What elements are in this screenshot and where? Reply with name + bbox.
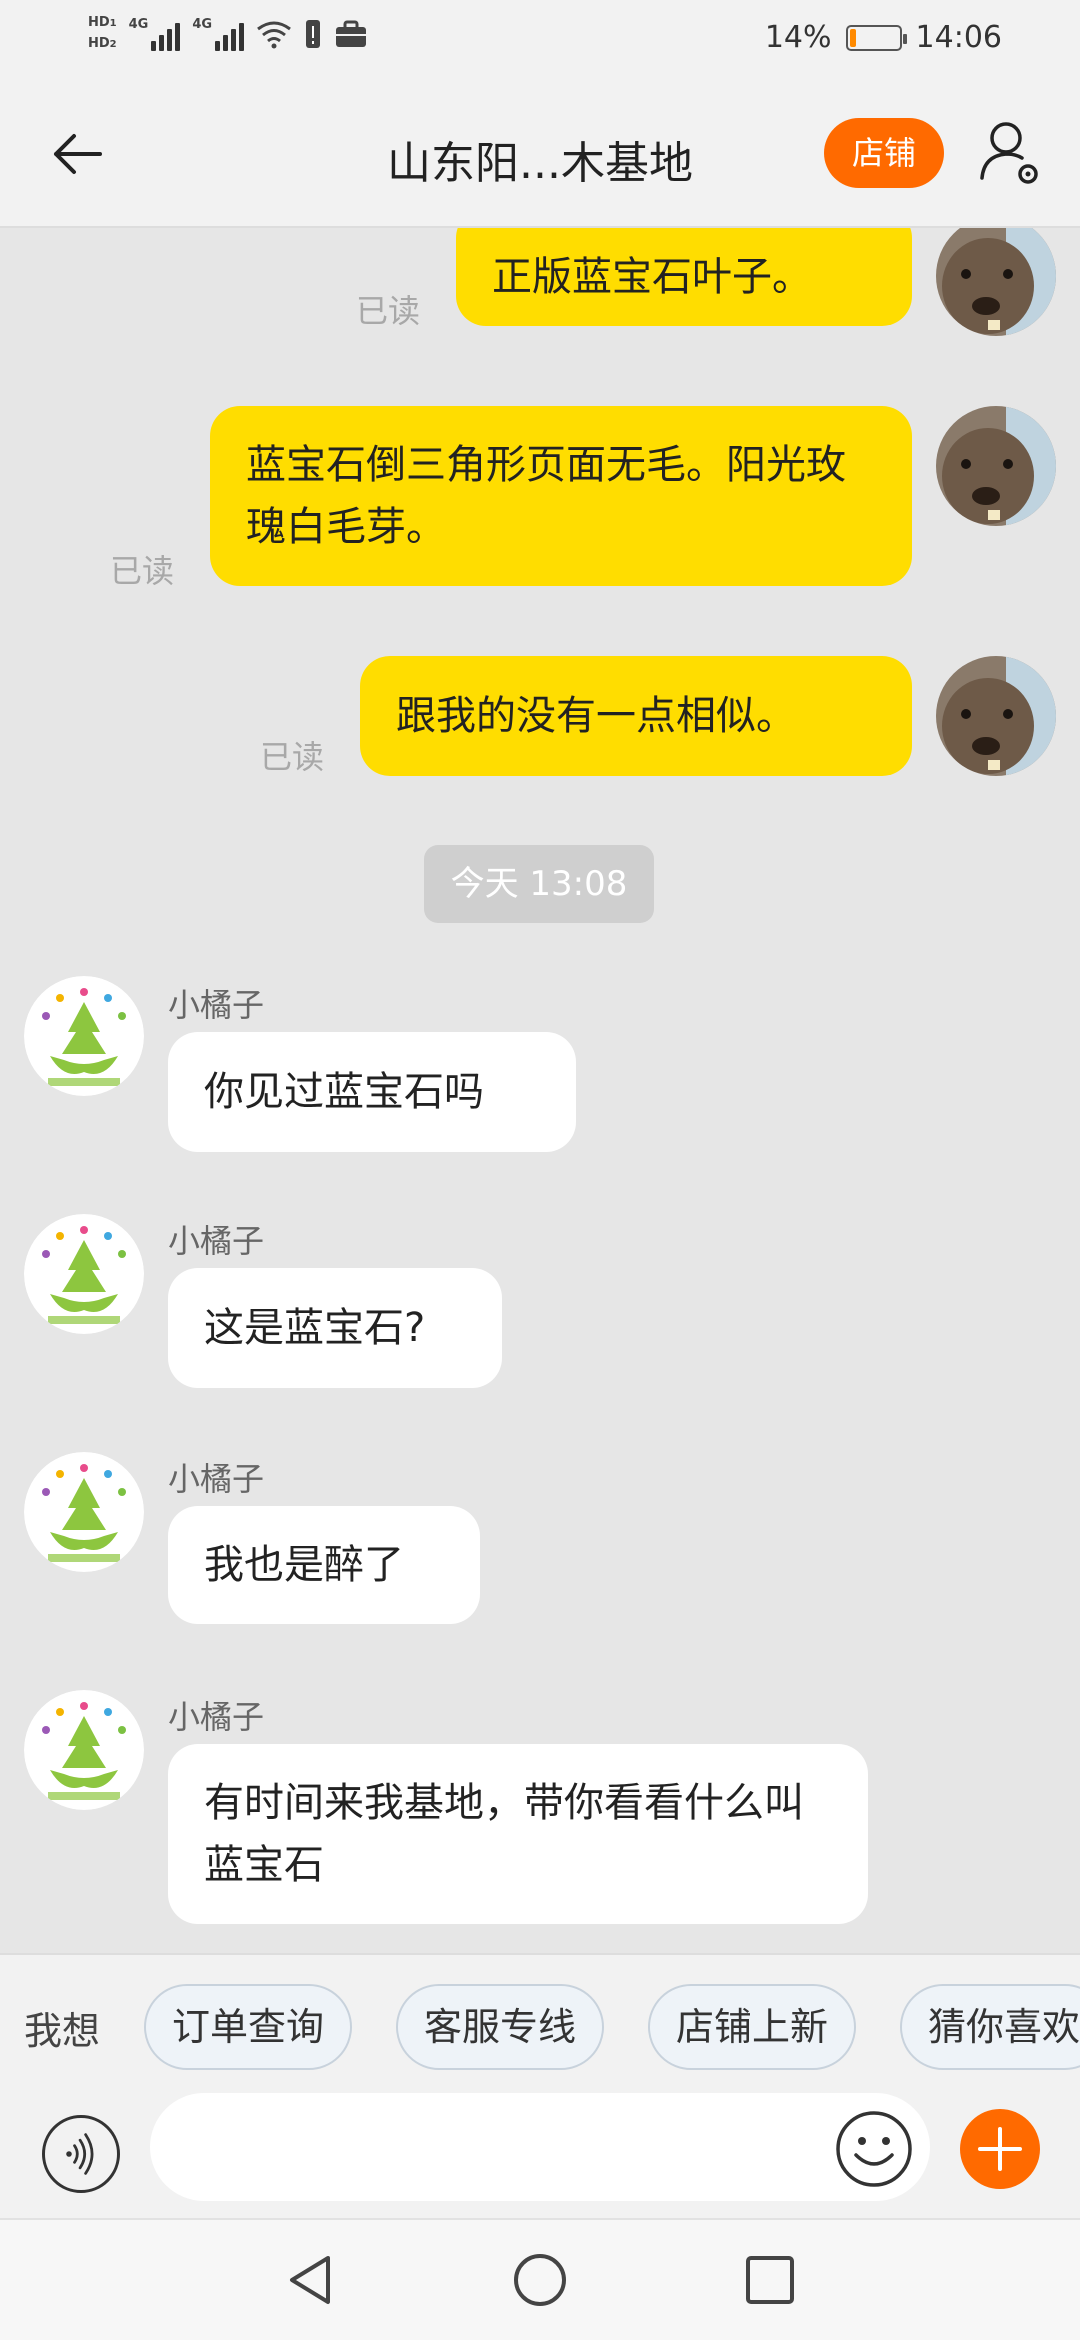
seller-logo-icon bbox=[24, 1214, 144, 1334]
message-text: 正版蓝宝石叶子。 bbox=[492, 254, 812, 300]
quick-reply-chip[interactable]: 订单查询 bbox=[144, 1984, 353, 2070]
signal-1-label: 4G bbox=[128, 17, 149, 32]
incoming-message[interactable]: 有时间来我基地，带你看看什么叫蓝宝石 bbox=[168, 1744, 868, 1924]
message-text: 你见过蓝宝石吗 bbox=[204, 1069, 484, 1115]
quick-reply-chip[interactable]: 客服专线 bbox=[396, 1984, 605, 2070]
seller-avatar[interactable] bbox=[24, 1214, 144, 1334]
read-status: 已读 bbox=[260, 738, 325, 776]
wifi-icon bbox=[257, 21, 291, 49]
message-text: 我也是醉了 bbox=[204, 1542, 404, 1588]
hd-label-2: HD bbox=[88, 36, 110, 51]
seller-logo-icon bbox=[24, 1452, 144, 1572]
signal-1-icon: 4G bbox=[129, 17, 181, 51]
outgoing-message[interactable]: 跟我的没有一点相似。 bbox=[360, 656, 912, 776]
message-text: 这是蓝宝石? bbox=[204, 1305, 426, 1351]
read-status: 已读 bbox=[356, 292, 421, 330]
emoji-icon[interactable] bbox=[834, 2109, 914, 2189]
seller-logo-icon bbox=[24, 1690, 144, 1810]
signal-2-label: 4G bbox=[192, 17, 213, 32]
status-left: HD1 HD2 4G 4G bbox=[88, 14, 368, 54]
incoming-message[interactable]: 你见过蓝宝石吗 bbox=[168, 1032, 576, 1152]
seller-avatar[interactable] bbox=[24, 976, 144, 1096]
hd-sub-2: 2 bbox=[109, 39, 117, 50]
alert-icon bbox=[306, 20, 321, 48]
shop-button[interactable]: 店铺 bbox=[824, 118, 944, 188]
outgoing-message[interactable]: 正版蓝宝石叶子。 bbox=[456, 228, 912, 326]
battery-percent: 14% bbox=[764, 20, 832, 55]
chat-messages[interactable]: 已读 正版蓝宝石叶子。 已读 蓝宝石倒三角形页面无毛。阳光玫瑰白毛芽。 已读 跟… bbox=[0, 228, 1080, 1953]
hd-label-1: HD bbox=[88, 15, 110, 30]
quick-reply-chip[interactable]: 店铺上新 bbox=[648, 1984, 857, 2070]
briefcase-icon bbox=[336, 20, 367, 47]
quokka-avatar-icon bbox=[936, 406, 1056, 526]
system-navigation-bar bbox=[0, 2218, 1080, 2340]
quick-reply-bar: 我想 订单查询 客服专线 店铺上新 猜你喜欢 bbox=[0, 1953, 1080, 2093]
seller-avatar[interactable] bbox=[24, 1690, 144, 1810]
sender-name: 小橘子 bbox=[168, 1222, 265, 1260]
status-bar: HD1 HD2 4G 4G 14% 14:06 bbox=[0, 0, 1080, 82]
back-triangle-icon[interactable] bbox=[282, 2250, 338, 2310]
voice-icon[interactable] bbox=[42, 2115, 120, 2193]
hd-sub-1: 1 bbox=[109, 18, 117, 29]
clock: 14:06 bbox=[915, 20, 1002, 55]
sender-name: 小橘子 bbox=[168, 1698, 265, 1736]
sender-name: 小橘子 bbox=[168, 986, 265, 1024]
chat-header: 山东阳...木基地 店铺 bbox=[0, 82, 1080, 228]
read-status: 已读 bbox=[110, 552, 175, 590]
timestamp-divider: 今天 13:08 bbox=[424, 845, 654, 923]
quokka-avatar-icon bbox=[936, 656, 1056, 776]
quick-reply-chip[interactable]: 猜你喜欢 bbox=[900, 1984, 1080, 2070]
home-circle-icon[interactable] bbox=[510, 2250, 570, 2310]
quick-reply-label: 我想 bbox=[24, 2009, 101, 2053]
message-text: 有时间来我基地，带你看看什么叫蓝宝石 bbox=[204, 1780, 804, 1888]
plus-icon[interactable] bbox=[960, 2109, 1040, 2189]
message-input[interactable] bbox=[150, 2093, 930, 2201]
incoming-message[interactable]: 我也是醉了 bbox=[168, 1506, 480, 1624]
incoming-message[interactable]: 这是蓝宝石? bbox=[168, 1268, 502, 1388]
seller-avatar[interactable] bbox=[24, 1452, 144, 1572]
status-right: 14% 14:06 bbox=[765, 20, 1002, 55]
my-avatar[interactable] bbox=[936, 228, 1056, 336]
user-settings-icon[interactable] bbox=[978, 118, 1042, 188]
message-text: 蓝宝石倒三角形页面无毛。阳光玫瑰白毛芽。 bbox=[246, 442, 846, 550]
recents-square-icon[interactable] bbox=[742, 2250, 798, 2310]
message-input-bar bbox=[0, 2093, 1080, 2218]
hd-indicators: HD1 HD2 bbox=[88, 14, 117, 54]
sender-name: 小橘子 bbox=[168, 1460, 265, 1498]
message-text: 跟我的没有一点相似。 bbox=[396, 693, 796, 739]
seller-logo-icon bbox=[24, 976, 144, 1096]
my-avatar[interactable] bbox=[936, 406, 1056, 526]
battery-icon bbox=[845, 24, 907, 51]
battery-fill bbox=[849, 28, 857, 47]
my-avatar[interactable] bbox=[936, 656, 1056, 776]
signal-2-icon: 4G bbox=[192, 17, 245, 51]
outgoing-message[interactable]: 蓝宝石倒三角形页面无毛。阳光玫瑰白毛芽。 bbox=[210, 406, 912, 586]
quokka-avatar-icon bbox=[936, 228, 1056, 336]
